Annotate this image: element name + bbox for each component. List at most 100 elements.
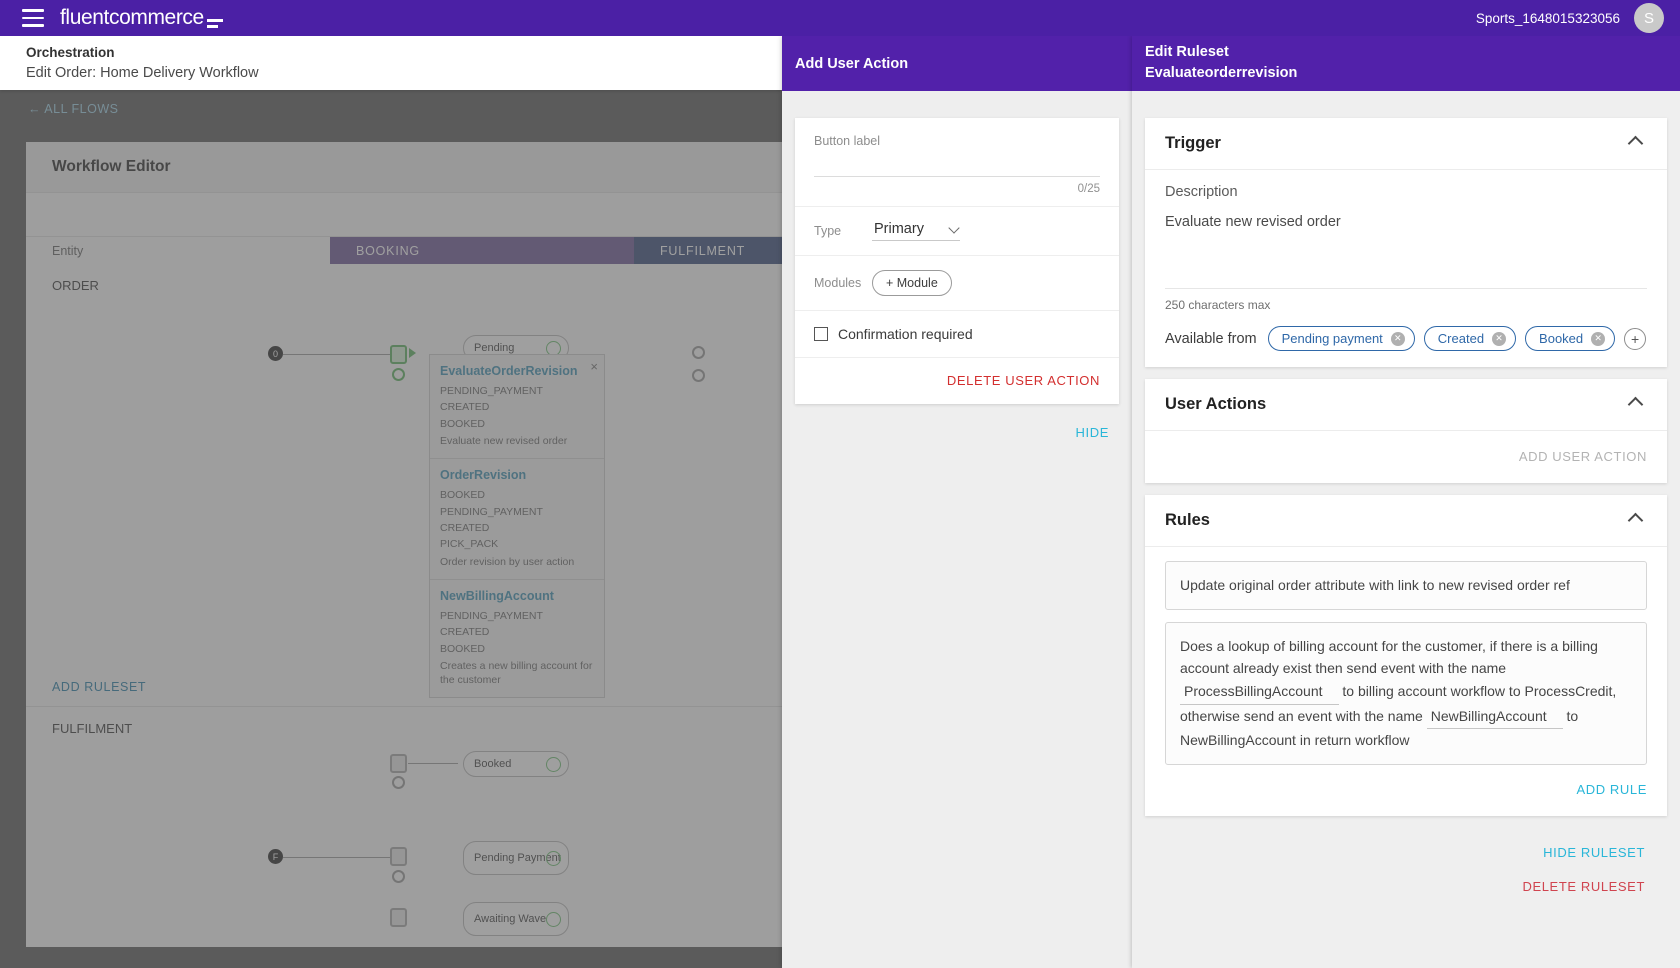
user-actions-card-header[interactable]: User Actions	[1145, 379, 1667, 430]
add-user-action-form: Button label 0/25 Type Primary Modules +…	[795, 118, 1119, 404]
add-ruleset-link[interactable]: ADD RULESET	[26, 670, 782, 707]
workflow-toolbar-row	[26, 192, 782, 236]
tooltip-item-description: Order revision by user action	[440, 556, 594, 570]
chip-pending-payment[interactable]: Pending payment ✕	[1268, 326, 1415, 351]
tooltip-item: NewBillingAccount PENDING_PAYMENT CREATE…	[430, 580, 604, 697]
graph-ring-icon[interactable]	[692, 369, 705, 382]
user-actions-card: User Actions ADD USER ACTION	[1145, 379, 1667, 483]
account-area: Sports_1648015323056 S	[1476, 3, 1664, 33]
rules-card-header[interactable]: Rules	[1145, 495, 1667, 546]
page-header: Orchestration Edit Order: Home Delivery …	[0, 36, 782, 90]
confirmation-checkbox[interactable]	[814, 327, 828, 341]
top-navigation-bar: fluent commerce Sports_1648015323056 S	[0, 0, 1680, 36]
account-name: Sports_1648015323056	[1476, 11, 1620, 26]
brand-logo[interactable]: fluent commerce	[60, 6, 223, 30]
graph-node-label: Awaiting Wave	[474, 913, 546, 926]
hide-row: HIDE	[782, 404, 1132, 442]
graph-node-awaiting-wave[interactable]: Awaiting Wave	[463, 902, 569, 936]
tooltip-item-state: BOOKED	[440, 641, 594, 657]
hide-ruleset-button[interactable]: HIDE RULESET	[1543, 845, 1645, 860]
description-value[interactable]: Evaluate new revised order	[1165, 214, 1647, 230]
graph-arrow-icon	[409, 348, 416, 358]
graph-ruleset-icon[interactable]	[390, 345, 407, 364]
column-booking: BOOKING	[330, 237, 634, 264]
graph-edge	[283, 857, 393, 858]
page-title: Edit Order: Home Delivery Workflow	[26, 65, 782, 81]
modules-label: Modules	[814, 276, 872, 290]
edit-ruleset-header: Edit Ruleset Evaluateorderrevision	[1132, 36, 1680, 91]
chevron-up-icon[interactable]	[1628, 397, 1644, 413]
graph-node-status-icon	[546, 912, 561, 927]
graph-node-booked[interactable]: Booked	[463, 751, 569, 777]
add-user-action-panel: Add User Action Button label 0/25 Type P…	[782, 36, 1132, 968]
hide-button[interactable]: HIDE	[1076, 425, 1109, 440]
avatar[interactable]: S	[1634, 3, 1664, 33]
rule-item[interactable]: Update original order attribute with lin…	[1165, 561, 1647, 610]
tooltip-item-state: PICK_PACK	[440, 536, 594, 552]
edit-ruleset-footer: HIDE RULESET DELETE RULESET	[1145, 828, 1667, 904]
chip-booked[interactable]: Booked ✕	[1525, 326, 1615, 351]
button-label-field[interactable]: Button label	[795, 118, 1119, 177]
confirmation-required-row[interactable]: Confirmation required	[795, 310, 1119, 357]
type-row: Type Primary	[795, 206, 1119, 255]
add-module-button[interactable]: + Module	[872, 270, 952, 296]
chip-label: Created	[1438, 331, 1484, 346]
char-counter: 0/25	[795, 177, 1119, 206]
row-label-order: ORDER	[26, 264, 782, 293]
graph-ruleset-icon[interactable]	[390, 754, 407, 773]
chip-label: Pending payment	[1282, 331, 1383, 346]
tooltip-item-state: CREATED	[440, 399, 594, 415]
brand-mark-icon	[207, 19, 223, 28]
add-user-action-link[interactable]: ADD USER ACTION	[1519, 449, 1647, 464]
edit-ruleset-body: Trigger Description Evaluate new revised…	[1132, 91, 1680, 904]
chevron-up-icon[interactable]	[1628, 136, 1644, 152]
add-user-action-header: Add User Action	[782, 36, 1132, 91]
hamburger-menu-icon[interactable]	[22, 9, 44, 27]
rule-item[interactable]: Does a lookup of billing account for the…	[1165, 622, 1647, 765]
graph-edge	[283, 354, 393, 355]
graph-ring-icon[interactable]	[392, 870, 405, 883]
graph-ring-icon[interactable]	[392, 776, 405, 789]
tooltip-item-state: BOOKED	[440, 487, 594, 503]
type-label: Type	[814, 224, 872, 238]
workflow-column-headers: Entity BOOKING FULFILMENT	[26, 236, 782, 264]
graph-ring-icon[interactable]	[692, 346, 705, 359]
tooltip-item: EvaluateOrderRevision PENDING_PAYMENT CR…	[430, 355, 604, 459]
chevron-up-icon[interactable]	[1628, 513, 1644, 529]
chip-remove-icon[interactable]: ✕	[1591, 332, 1605, 346]
graph-ruleset-icon[interactable]	[390, 847, 407, 866]
chip-remove-icon[interactable]: ✕	[1391, 332, 1405, 346]
type-select[interactable]: Primary	[872, 221, 960, 241]
add-chip-button[interactable]: +	[1624, 328, 1646, 350]
all-flows-link[interactable]: ← ALL FLOWS	[28, 102, 118, 116]
description-label: Description	[1165, 184, 1647, 200]
tooltip-item-title: EvaluateOrderRevision	[440, 364, 594, 378]
graph-node-pending-payment[interactable]: Pending Payment	[463, 841, 569, 875]
chip-created[interactable]: Created ✕	[1424, 326, 1516, 351]
chip-remove-icon[interactable]: ✕	[1492, 332, 1506, 346]
column-fulfilment: FULFILMENT	[634, 237, 782, 264]
delete-user-action-button[interactable]: DELETE USER ACTION	[947, 373, 1100, 388]
column-entity: Entity	[26, 237, 330, 264]
user-actions-title: User Actions	[1165, 395, 1266, 414]
available-from-label: Available from	[1165, 331, 1257, 347]
trigger-card: Trigger Description Evaluate new revised…	[1145, 118, 1667, 367]
trigger-title: Trigger	[1165, 134, 1221, 153]
workflow-row-order: ORDER	[26, 264, 782, 670]
graph-node-label: Pending	[474, 342, 514, 354]
trigger-card-header[interactable]: Trigger	[1145, 118, 1667, 169]
graph-start-node-order[interactable]: 0	[268, 346, 283, 361]
chevron-down-icon	[948, 222, 959, 233]
rules-card-footer: ADD RULE	[1145, 777, 1667, 816]
rule-code-token: ProcessBillingAccount	[1180, 680, 1339, 705]
delete-ruleset-button[interactable]: DELETE RULESET	[1522, 879, 1645, 894]
graph-ring-icon[interactable]	[392, 368, 405, 381]
graph-start-node-fulfilment[interactable]: F	[268, 849, 283, 864]
row-label-fulfilment: FULFILMENT	[26, 707, 782, 736]
graph-node-status-icon	[546, 851, 561, 866]
edit-ruleset-subtitle: Evaluateorderrevision	[1145, 65, 1680, 81]
close-icon[interactable]: ×	[590, 359, 598, 374]
add-rule-button[interactable]: ADD RULE	[1576, 782, 1647, 797]
available-from-chips: Available from Pending payment ✕ Created…	[1165, 312, 1647, 367]
graph-ruleset-icon[interactable]	[390, 908, 407, 927]
